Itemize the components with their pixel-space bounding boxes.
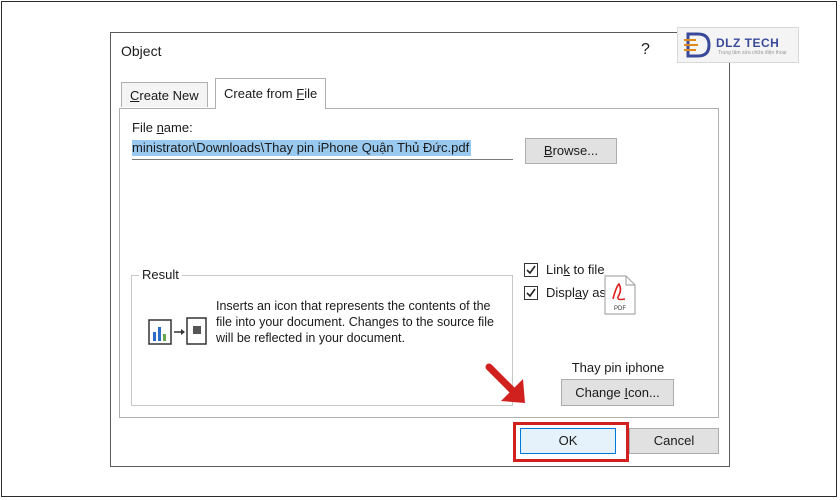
checkmark-icon [526,288,536,298]
checkmark-icon [526,265,536,275]
change-icon-button[interactable]: Change Icon... [561,379,674,406]
browse-button[interactable]: Browse... [525,138,617,164]
link-to-file-label[interactable]: Link to file [546,262,605,277]
ok-button[interactable]: OK [520,428,616,454]
red-arrow-icon [485,363,525,403]
logo-subtitle: Trung tâm sửa chữa điện thoại [718,50,787,56]
cancel-button[interactable]: Cancel [629,428,719,454]
logo-icon [684,32,711,58]
file-name-input[interactable]: ministrator\Downloads\Thay pin iPhone Qu… [132,137,513,160]
file-name-value: ministrator\Downloads\Thay pin iPhone Qu… [132,140,472,156]
file-name-label: File name: [132,120,193,135]
help-button[interactable]: ? [641,41,650,59]
icon-caption: Thay pin iphone [571,360,665,375]
logo-name: DLZ TECH [716,36,780,50]
link-to-file-checkbox[interactable] [524,263,538,277]
pdf-file-icon: PDF [604,275,636,315]
tab-create-new[interactable]: Create New [121,82,208,107]
insert-object-icon [148,317,207,345]
tab-create-from-file[interactable]: Create from File [215,78,327,109]
display-as-icon-checkbox[interactable] [524,286,538,300]
dialog-title: Object [121,43,162,59]
result-description: Inserts an icon that represents the cont… [216,299,494,345]
create-from-file-panel: File name: ministrator\Downloads\Thay pi… [119,108,719,418]
object-dialog: Object ? DLZ TECH Trung tâm sửa chữa điệ… [110,27,799,467]
pdf-badge: PDF [614,306,626,312]
watermark-logo: DLZ TECH Trung tâm sửa chữa điện thoại [677,27,799,63]
result-legend: Result [139,267,182,282]
